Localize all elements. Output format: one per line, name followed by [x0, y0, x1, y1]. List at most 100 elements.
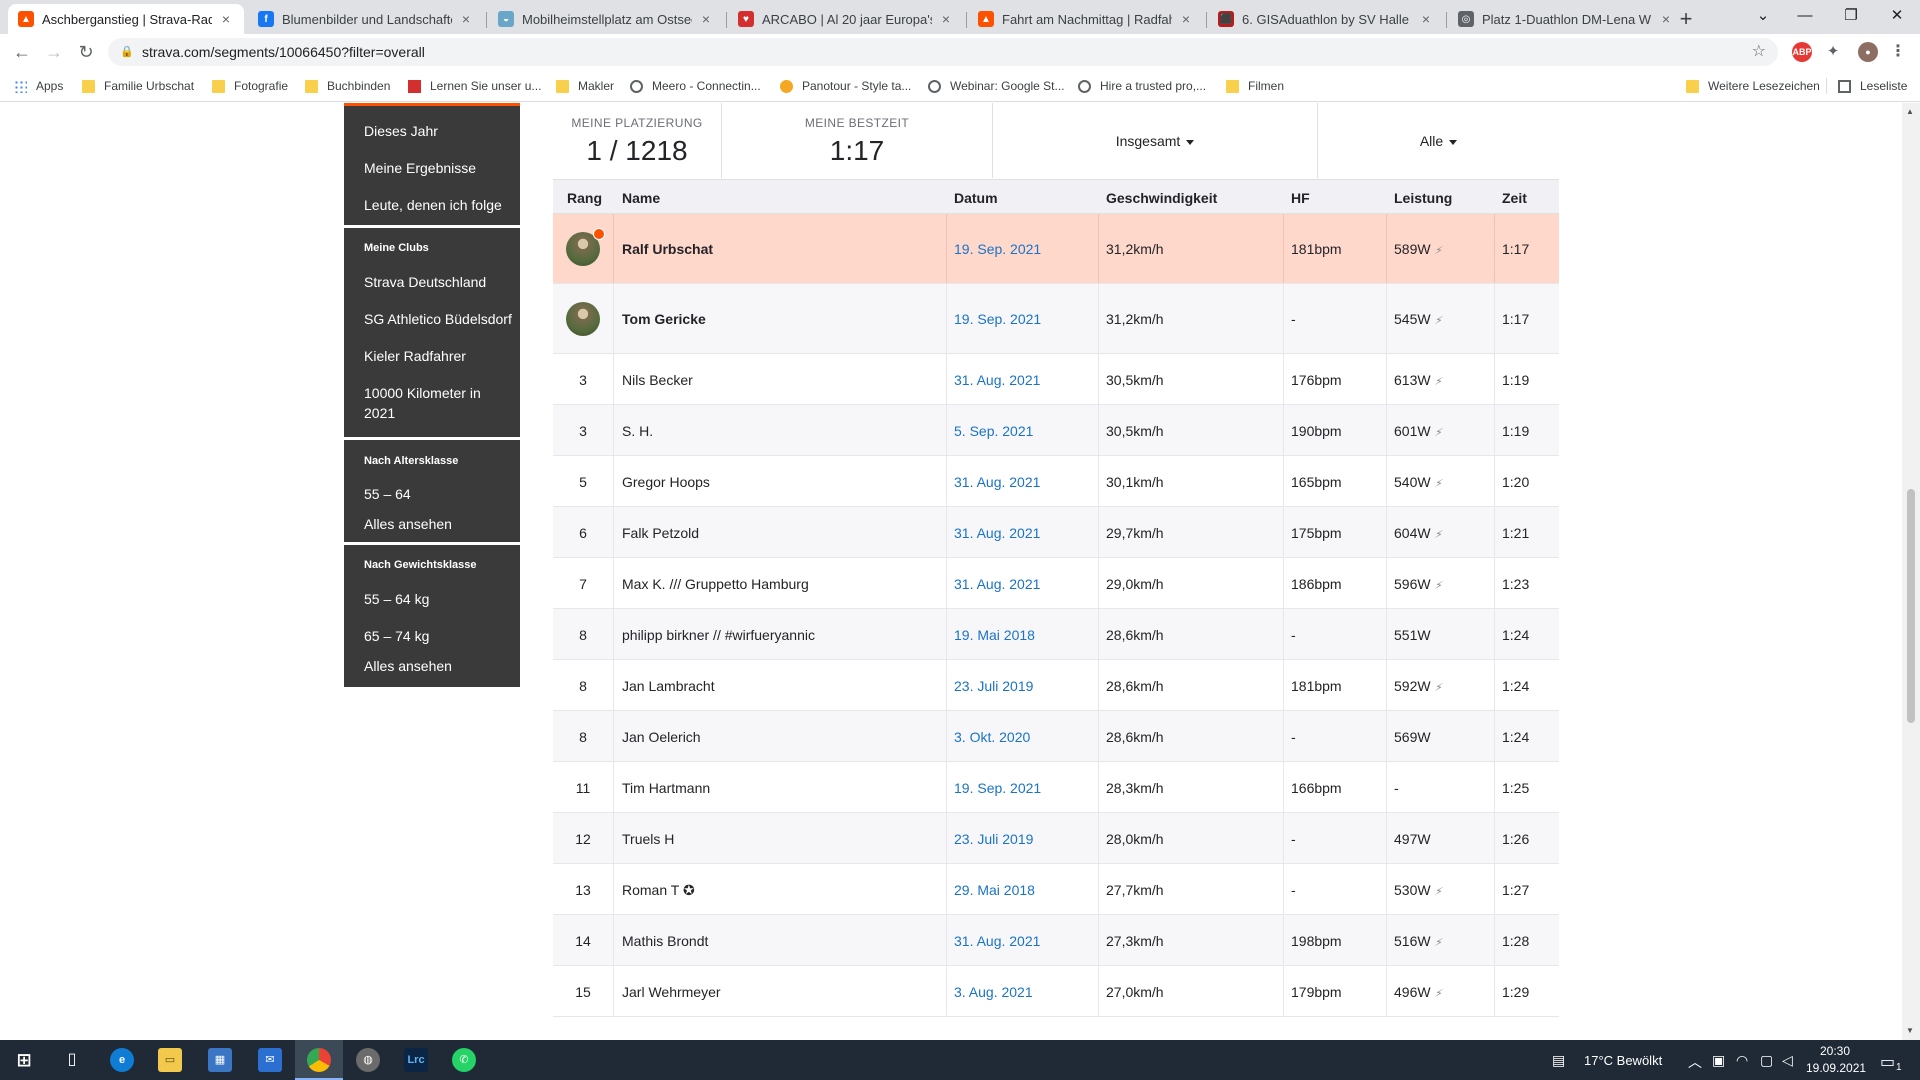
- browser-tab[interactable]: ◒ Mobilheimstellplatz am Ostseest ×: [488, 4, 724, 34]
- tab-close-icon[interactable]: ×: [698, 11, 714, 27]
- athlete-name-link[interactable]: Roman T ✪: [622, 882, 695, 899]
- athlete-name-link[interactable]: Falk Petzold: [622, 525, 699, 541]
- adblock-icon[interactable]: ABP: [1792, 42, 1812, 62]
- chrome-icon[interactable]: [307, 1048, 331, 1072]
- menu-item-club-sg-athletico[interactable]: SG Athletico Büdelsdorf: [364, 311, 512, 327]
- leaderboard-row[interactable]: 15 Jarl Wehrmeyer 3. Aug. 2021 27,0km/h 179b…: [553, 966, 1559, 1017]
- reload-icon[interactable]: ↻: [72, 38, 100, 66]
- tab-close-icon[interactable]: ×: [1418, 11, 1434, 27]
- activity-date-link[interactable]: 3. Okt. 2020: [954, 729, 1030, 745]
- activity-date-link[interactable]: 19. Sep. 2021: [954, 311, 1041, 327]
- col-speed[interactable]: Geschwindigkeit: [1106, 190, 1217, 206]
- mail-icon[interactable]: ✉: [258, 1048, 282, 1072]
- browser-tab[interactable]: ⬛ 6. GISAduathlon by SV Halle De ×: [1208, 4, 1444, 34]
- menu-item-age-55-64[interactable]: 55 – 64: [364, 486, 411, 502]
- menu-item-weight-55-64[interactable]: 55 – 64 kg: [364, 591, 429, 607]
- new-tab-icon[interactable]: +: [1672, 6, 1700, 34]
- extensions-icon[interactable]: ✦: [1823, 42, 1843, 62]
- athlete-name-link[interactable]: Nils Becker: [622, 372, 693, 388]
- address-bar[interactable]: 🔒 strava.com/segments/10066450?filter=ov…: [108, 38, 1778, 66]
- clock-date[interactable]: 19.09.2021: [1806, 1061, 1866, 1075]
- athlete-name-link[interactable]: Ralf Urbschat: [622, 241, 713, 257]
- activity-date-link[interactable]: 31. Aug. 2021: [954, 525, 1040, 541]
- close-window-icon[interactable]: ✕: [1874, 0, 1920, 34]
- leaderboard-row[interactable]: 11 Tim Hartmann 19. Sep. 2021 28,3km/h 166bp…: [553, 762, 1559, 813]
- tab-close-icon[interactable]: ×: [938, 11, 954, 27]
- athlete-name-link[interactable]: Tim Hartmann: [622, 780, 710, 796]
- bookmark-item[interactable]: Meero - Connectin...: [630, 77, 761, 95]
- bookmark-item[interactable]: Fotografie: [212, 77, 288, 95]
- leaderboard-row[interactable]: 3 Nils Becker 31. Aug. 2021 30,5km/h 176bpm 6…: [553, 354, 1559, 405]
- col-name[interactable]: Name: [622, 190, 660, 206]
- menu-item-club-kieler[interactable]: Kieler Radfahrer: [364, 348, 466, 364]
- activity-date-link[interactable]: 19. Mai 2018: [954, 627, 1035, 643]
- menu-item-weight-see-all[interactable]: Alles ansehen: [364, 658, 452, 674]
- activity-date-link[interactable]: 19. Sep. 2021: [954, 780, 1041, 796]
- browser-tab[interactable]: ▲ Aschberganstieg | Strava-Radfah ×: [8, 4, 244, 34]
- col-hr[interactable]: HF: [1291, 190, 1310, 206]
- athlete-avatar[interactable]: [566, 302, 600, 336]
- bookmark-star-icon[interactable]: ☆: [1752, 38, 1766, 66]
- athlete-name-link[interactable]: Jan Lambracht: [622, 678, 715, 694]
- maximize-icon[interactable]: ❐: [1828, 0, 1874, 34]
- filter-all-dropdown[interactable]: Alle: [1318, 133, 1559, 149]
- leaderboard-row[interactable]: 8 Jan Lambracht 23. Juli 2019 28,6km/h 181bp…: [553, 660, 1559, 711]
- bookmark-item[interactable]: Buchbinden: [305, 77, 390, 95]
- scrollbar-thumb[interactable]: [1907, 489, 1915, 723]
- app-icon[interactable]: ◍: [356, 1048, 380, 1072]
- scroll-down-icon[interactable]: ▼: [1906, 1026, 1914, 1035]
- activity-date-link[interactable]: 31. Aug. 2021: [954, 933, 1040, 949]
- menu-item-this-year[interactable]: Dieses Jahr: [364, 123, 438, 139]
- leaderboard-row[interactable]: Ralf Urbschat 19. Sep. 2021 31,2km/h 181bpm…: [553, 214, 1559, 284]
- forward-icon[interactable]: →: [40, 38, 68, 66]
- activity-date-link[interactable]: 23. Juli 2019: [954, 831, 1033, 847]
- activity-date-link[interactable]: 23. Juli 2019: [954, 678, 1033, 694]
- athlete-name-link[interactable]: S. H.: [622, 423, 653, 439]
- menu-kebab-icon[interactable]: ⋮: [1888, 42, 1908, 62]
- activity-date-link[interactable]: 19. Sep. 2021: [954, 241, 1041, 257]
- activity-date-link[interactable]: 31. Aug. 2021: [954, 474, 1040, 490]
- tray-app-icon[interactable]: ▣: [1712, 1052, 1725, 1069]
- wifi-icon[interactable]: ◠: [1736, 1052, 1748, 1069]
- bookmark-item[interactable]: Lernen Sie unser u...: [408, 77, 541, 95]
- leaderboard-row[interactable]: 5 Gregor Hoops 31. Aug. 2021 30,1km/h 165bpm…: [553, 456, 1559, 507]
- activity-date-link[interactable]: 31. Aug. 2021: [954, 576, 1040, 592]
- volume-icon[interactable]: ◁: [1782, 1052, 1793, 1069]
- tab-close-icon[interactable]: ×: [458, 11, 474, 27]
- notification-icon[interactable]: ▭: [1880, 1052, 1895, 1072]
- page-scrollbar[interactable]: ▲ ▼: [1902, 103, 1920, 1040]
- menu-item-age-see-all[interactable]: Alles ansehen: [364, 516, 452, 532]
- activity-date-link[interactable]: 5. Sep. 2021: [954, 423, 1033, 439]
- col-date[interactable]: Datum: [954, 190, 998, 206]
- tray-chevron-icon[interactable]: ︿: [1688, 1052, 1702, 1072]
- athlete-name-link[interactable]: Jan Oelerich: [622, 729, 701, 745]
- bookmark-item[interactable]: Filmen: [1226, 77, 1284, 95]
- scroll-up-icon[interactable]: ▲: [1906, 107, 1914, 116]
- menu-item-weight-65-74[interactable]: 65 – 74 kg: [364, 628, 429, 644]
- lightroom-icon[interactable]: Lrc: [404, 1048, 428, 1072]
- menu-item-club-strava-de[interactable]: Strava Deutschland: [364, 274, 486, 290]
- menu-item-club-10000km-line2[interactable]: 2021: [364, 405, 395, 421]
- bookmark-item[interactable]: Weitere Lesezeichen: [1686, 77, 1820, 95]
- athlete-name-link[interactable]: philipp birkner // #wirfueryannic: [622, 627, 815, 643]
- browser-tab[interactable]: f Blumenbilder und Landschaften ×: [248, 4, 484, 34]
- athlete-name-link[interactable]: Tom Gericke: [622, 311, 706, 327]
- col-power[interactable]: Leistung: [1394, 190, 1452, 206]
- task-view-icon[interactable]: ▯: [60, 1048, 84, 1072]
- network-icon[interactable]: ▢: [1760, 1052, 1773, 1069]
- bookmark-item[interactable]: Panotour - Style ta...: [780, 77, 911, 95]
- leaderboard-row[interactable]: 6 Falk Petzold 31. Aug. 2021 29,7km/h 175bpm…: [553, 507, 1559, 558]
- store-icon[interactable]: ▦: [208, 1048, 232, 1072]
- athlete-name-link[interactable]: Max K. /// Gruppetto Hamburg: [622, 576, 809, 592]
- leaderboard-row[interactable]: 14 Mathis Brondt 31. Aug. 2021 27,3km/h 198b…: [553, 915, 1559, 966]
- leaderboard-row[interactable]: 13 Roman T ✪ 29. Mai 2018 27,7km/h - 530W ⚡ 1:2…: [553, 864, 1559, 915]
- browser-tab[interactable]: ◎ Platz 1-Duathlon DM-Lena Wich ×: [1448, 4, 1684, 34]
- back-icon[interactable]: ←: [8, 38, 36, 66]
- athlete-name-link[interactable]: Truels H: [622, 831, 674, 847]
- file-explorer-icon[interactable]: ▭: [158, 1048, 182, 1072]
- bookmark-item[interactable]: Apps: [14, 77, 63, 95]
- athlete-name-link[interactable]: Gregor Hoops: [622, 474, 710, 490]
- bookmark-item[interactable]: Hire a trusted pro,...: [1078, 77, 1206, 95]
- weather-icon[interactable]: ▤: [1552, 1052, 1565, 1069]
- filter-overall-dropdown[interactable]: Insgesamt: [993, 133, 1317, 149]
